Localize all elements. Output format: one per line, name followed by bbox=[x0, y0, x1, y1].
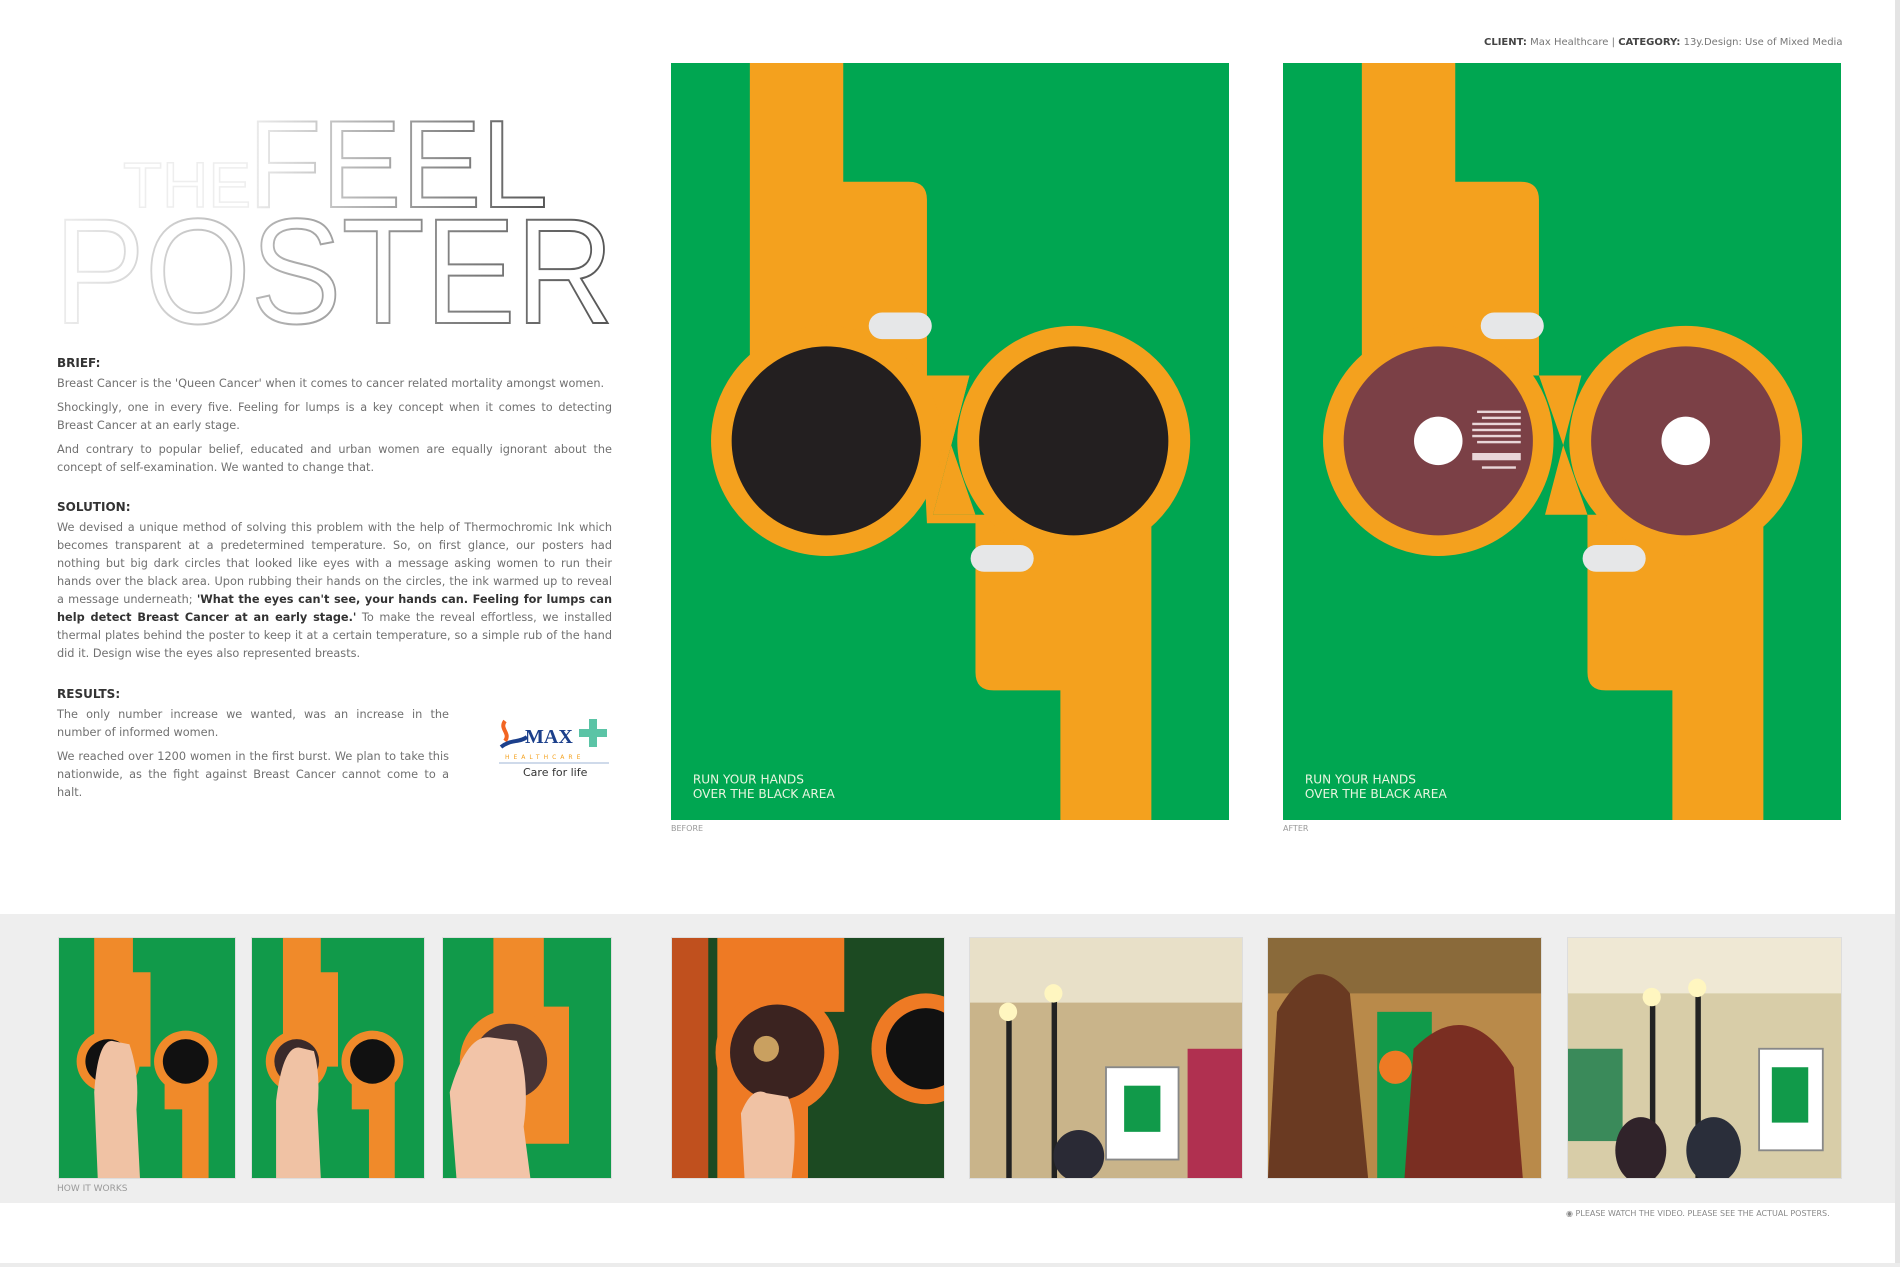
svg-text:HEALTHCARE: HEALTHCARE bbox=[505, 754, 584, 761]
video-icon: ◉ bbox=[1566, 1209, 1576, 1218]
brief-section: BRIEF: Breast Cancer is the 'Queen Cance… bbox=[57, 354, 612, 483]
poster-after: RUN YOUR HANDS OVER THE BLACK AREA bbox=[1283, 63, 1841, 820]
store-photo-1 bbox=[969, 937, 1243, 1179]
poster-before: RUN YOUR HANDS OVER THE BLACK AREA bbox=[671, 63, 1229, 820]
results-paragraph: We reached over 1200 women in the first … bbox=[57, 750, 449, 799]
poster-message-line1: RUN YOUR HANDS bbox=[693, 773, 804, 787]
store-photo-2 bbox=[1267, 937, 1542, 1179]
brief-paragraph: And contrary to popular belief, educated… bbox=[57, 443, 612, 474]
solution-paragraph: We devised a unique method of solving th… bbox=[57, 519, 612, 663]
how-it-works-photo-1 bbox=[58, 937, 236, 1179]
how-it-works-photo-3 bbox=[442, 937, 612, 1179]
client-category-header: CLIENT: Max Healthcare | CATEGORY: 13y.D… bbox=[1484, 37, 1842, 48]
right-eye-ink bbox=[979, 346, 1169, 536]
footer-note: ◉ PLEASE WATCH THE VIDEO. PLEASE SEE THE… bbox=[1566, 1209, 1830, 1218]
separator: | bbox=[1611, 37, 1616, 48]
solution-heading: SOLUTION: bbox=[57, 500, 131, 514]
how-it-works-photo-2 bbox=[251, 937, 425, 1179]
poster-caption-before: BEFORE bbox=[671, 824, 704, 833]
footer-note-text: PLEASE WATCH THE VIDEO. PLEASE SEE THE A… bbox=[1575, 1209, 1830, 1218]
poster-message-line2: OVER THE BLACK AREA bbox=[1305, 787, 1448, 801]
frame-edge bbox=[1895, 0, 1900, 1267]
results-section: RESULTS: The only number increase we wan… bbox=[57, 685, 449, 808]
how-it-works-label: HOW IT WORKS bbox=[57, 1184, 128, 1194]
brief-paragraph: Breast Cancer is the 'Queen Cancer' when… bbox=[57, 377, 605, 390]
results-paragraph: The only number increase we wanted, was … bbox=[57, 708, 449, 739]
svg-text:MAX: MAX bbox=[525, 726, 573, 748]
page-title: THE FEEL POSTER bbox=[53, 105, 615, 335]
category-value: 13y.Design: Use of Mixed Media bbox=[1683, 37, 1843, 48]
results-heading: RESULTS: bbox=[57, 687, 121, 701]
poster-caption-after: AFTER bbox=[1283, 824, 1309, 833]
poster-message-line2: OVER THE BLACK AREA bbox=[693, 787, 836, 801]
store-photo-3 bbox=[1567, 937, 1842, 1179]
client-label: CLIENT: bbox=[1484, 37, 1527, 48]
frame-edge bbox=[0, 1263, 1900, 1267]
closeup-photo bbox=[671, 937, 945, 1179]
left-eye-ink bbox=[731, 346, 921, 536]
category-label: CATEGORY: bbox=[1618, 37, 1681, 48]
solution-section: SOLUTION: We devised a unique method of … bbox=[57, 498, 612, 669]
title-poster: POSTER bbox=[54, 187, 614, 335]
poster-message-line1: RUN YOUR HANDS bbox=[1305, 773, 1416, 787]
brief-heading: BRIEF: bbox=[57, 356, 101, 370]
client-value: Max Healthcare bbox=[1530, 37, 1609, 48]
max-healthcare-logo: MAX HEALTHCARE Care for life bbox=[499, 719, 609, 779]
svg-text:Care for life: Care for life bbox=[523, 766, 588, 779]
brief-paragraph: Shockingly, one in every five. Feeling f… bbox=[57, 401, 612, 432]
